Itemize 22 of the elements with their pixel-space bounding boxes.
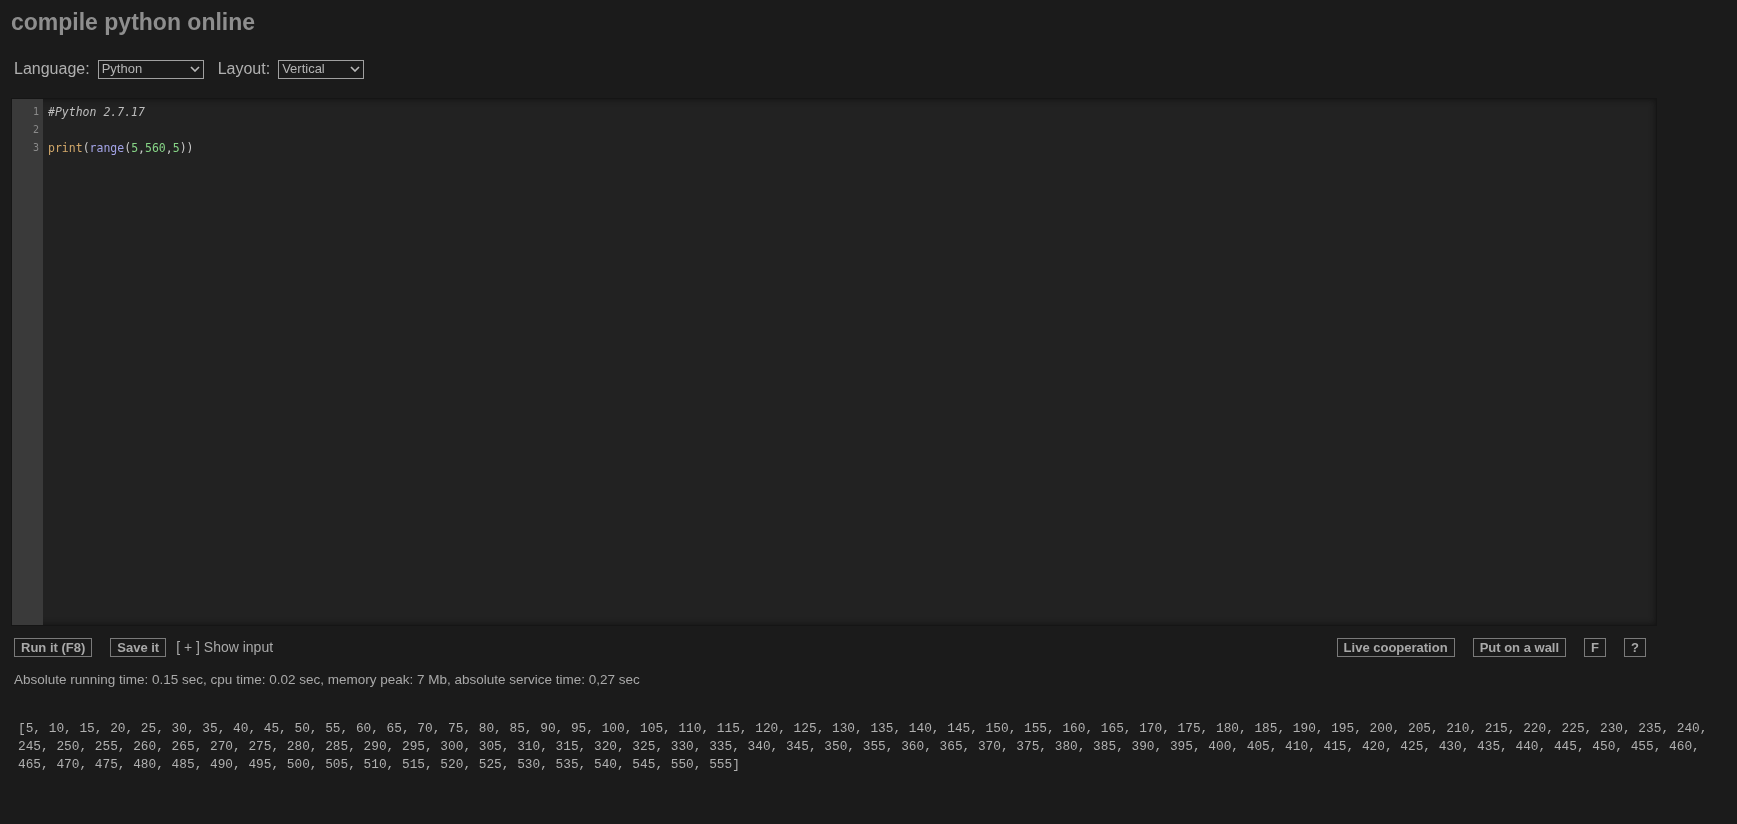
chevron-down-icon	[350, 66, 361, 72]
line-number: 1	[32, 105, 39, 119]
action-button[interactable]: Live cooperation	[1336, 638, 1455, 657]
dropdown-select[interactable]: Vertical	[278, 59, 365, 79]
code-editor[interactable]: 1 2 3 #Python 2.7.17 print(range(5,560,5))	[11, 98, 1657, 626]
select-label: Language:	[14, 59, 90, 79]
dropdown-select[interactable]: Python	[97, 59, 204, 79]
run-stats: Absolute running time: 0.15 sec, cpu time: 0.02 sec, memory peak: 7 Mb, absolute service time: 0,27 sec	[14, 671, 641, 689]
code-line: #Python 2.7.17	[48, 104, 145, 121]
select-label: Layout:	[217, 59, 271, 79]
show-input-link[interactable]: [ + ] Show input	[176, 637, 274, 658]
chevron-down-icon	[189, 66, 200, 72]
action-button[interactable]: Save it	[110, 638, 167, 657]
program-output: [5, 10, 15, 20, 25, 30, 35, 40, 45, 50, 55, 60, 65, 70, 75, 80, 85, 90, 95, 100, 105, 110, 115, 120, 125, 130, 135, 140, 145, 150, 155, 160, 165, 170, 175, 180, 185, 190, 195, 200, 205, 210, 215, 220, 225, 230, 235, 240, 245, 250, 255, 260, 265, 270, 275, 280, 285, 290, 295, 300, 305, 310, 315, 320, 325, 330, 335, 340, 345, 350, 355, 360, 365, 370, 375, 380, 385, 390, 395, 400, 405, 410, 415, 420, 425, 430, 435, 440, 445, 450, 455, 460, 465, 470, 475, 480, 485, 490, 495, 500, 505, 510, 515, 520, 525, 530, 535, 540, 545, 550, 555]	[18, 720, 1709, 775]
action-button[interactable]: Run it (F8)	[14, 638, 93, 657]
line-number: 3	[32, 141, 39, 155]
action-button[interactable]: ?	[1624, 638, 1646, 657]
line-number: 2	[32, 123, 39, 137]
action-button[interactable]: Put on a wall	[1472, 638, 1567, 657]
code-line: print(range(5,560,5))	[48, 140, 194, 157]
action-button[interactable]: F	[1584, 638, 1607, 657]
page-title: compile python online	[11, 8, 257, 36]
